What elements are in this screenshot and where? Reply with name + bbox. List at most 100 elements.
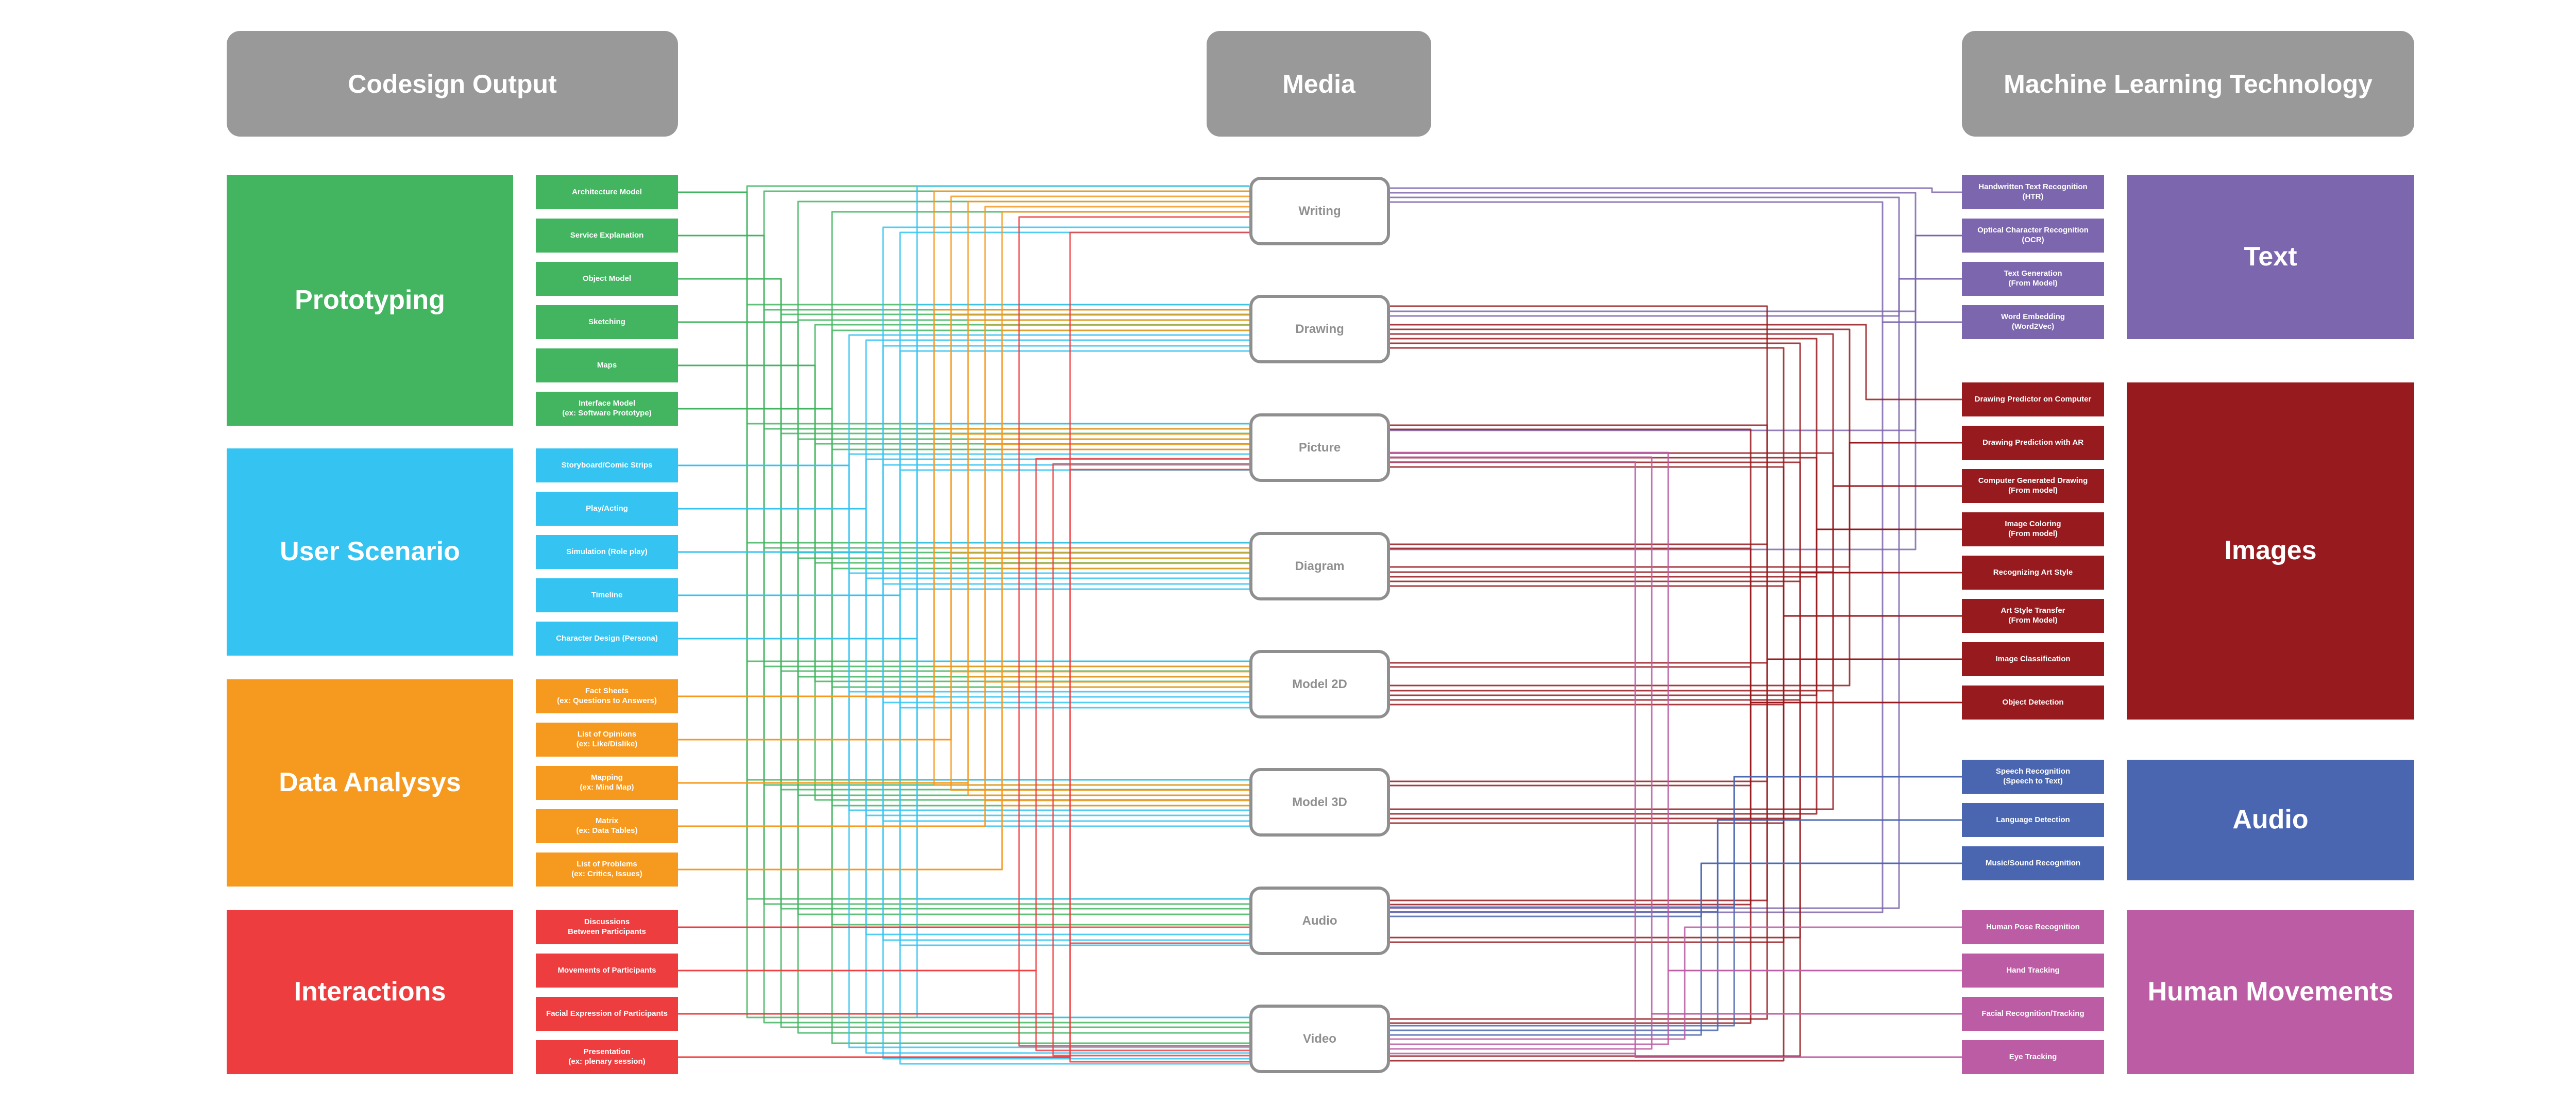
connector-line (1390, 333, 1962, 487)
connector-line (1390, 615, 1962, 1062)
connector-line (1390, 572, 1962, 939)
ml-item-optical-character-recognition-ocr: Optical Character Recognition (OCR) (1962, 219, 2104, 253)
codesign-item-architecture-model: Architecture Model (536, 175, 678, 209)
ml-item-recognizing-art-style: Recognizing Art Style (1962, 556, 2104, 590)
connector-line (1390, 461, 1962, 1058)
category-text: Text (2127, 175, 2414, 339)
category-user-scenario: User Scenario (227, 448, 513, 656)
header-machine-learning-technology: Machine Learning Technology (1962, 31, 2414, 137)
ml-item-image-coloring-from-model: Image Coloring (From model) (1962, 512, 2104, 546)
connector-line (1390, 456, 1962, 1015)
connector-line (1390, 528, 1962, 696)
connector-line (1390, 528, 1962, 578)
codesign-item-maps: Maps (536, 348, 678, 382)
ml-item-drawing-predictor-on-computer: Drawing Predictor on Computer (1962, 382, 2104, 416)
codesign-item-service-explanation: Service Explanation (536, 219, 678, 253)
ml-item-image-classification: Image Classification (1962, 642, 2104, 676)
connector-line (1390, 347, 1962, 617)
media-diagram: Diagram (1249, 532, 1390, 600)
connector-line (1390, 485, 1962, 810)
codesign-item-movements-of-participants: Movements of Participants (536, 954, 678, 988)
media-model-2d: Model 2D (1249, 650, 1390, 718)
connector-line (1390, 862, 1962, 1036)
connector-line (1390, 201, 1962, 323)
connector-line (1390, 424, 1962, 660)
ml-item-eye-tracking: Eye Tracking (1962, 1040, 2104, 1074)
media-picture: Picture (1249, 413, 1390, 482)
connector-line (1390, 187, 1962, 193)
ml-item-facial-recognition-tracking: Facial Recognition/Tracking (1962, 997, 2104, 1031)
codesign-ml-diagram: Codesign Output Media Machine Learning T… (0, 0, 2576, 1103)
connector-line (1390, 466, 1962, 617)
connector-line (1390, 461, 1962, 574)
ml-item-object-detection: Object Detection (1962, 686, 2104, 720)
media-video: Video (1249, 1005, 1390, 1073)
ml-item-language-detection: Language Detection (1962, 803, 2104, 837)
connector-line (1390, 819, 1962, 1031)
connector-line (1390, 615, 1962, 824)
codesign-item-list-of-opinions-ex-like-dislike: List of Opinions (ex: Like/Dislike) (536, 723, 678, 757)
codesign-item-storyboard-comic-strips: Storyboard/Comic Strips (536, 448, 678, 482)
connector-line (1390, 278, 1962, 317)
codesign-item-matrix-ex-data-tables: Matrix (ex: Data Tables) (536, 809, 678, 843)
connector-line (1390, 701, 1962, 787)
category-images: Images (2127, 382, 2414, 720)
codesign-item-interface-model-ex-software-prototype: Interface Model (ex: Software Prototype) (536, 392, 678, 426)
codesign-item-simulation-role-play: Simulation (Role play) (536, 535, 678, 569)
connector-line (1390, 926, 1962, 1040)
connector-line (1390, 658, 1962, 1020)
ml-item-drawing-prediction-with-ar: Drawing Prediction with AR (1962, 426, 2104, 460)
ml-item-handwritten-text-recognition-htr: Handwritten Text Recognition (HTR) (1962, 175, 2104, 209)
ml-item-art-style-transfer-from-model: Art Style Transfer (From Model) (1962, 599, 2104, 633)
connector-line (1390, 235, 1962, 550)
ml-item-computer-generated-drawing-from-model: Computer Generated Drawing (From model) (1962, 469, 2104, 503)
category-audio: Audio (2127, 760, 2414, 880)
category-data-analysys: Data Analysys (227, 679, 513, 887)
codesign-item-timeline: Timeline (536, 578, 678, 612)
codesign-item-play-acting: Play/Acting (536, 492, 678, 526)
connector-line (1390, 305, 1962, 660)
ml-item-text-generation-from-model: Text Generation (From Model) (1962, 262, 2104, 296)
codesign-item-presentation-ex-plenary-session: Presentation (ex: plenary session) (536, 1040, 678, 1074)
connector-line (1390, 658, 1962, 782)
connector-line (1390, 235, 1962, 312)
connector-line (1390, 442, 1962, 687)
ml-item-speech-recognition-speech-to-text: Speech Recognition (Speech to Text) (1962, 760, 2104, 794)
codesign-item-discussions-between-participants: Discussions Between Participants (536, 910, 678, 944)
connector-line (1390, 585, 1962, 617)
codesign-item-character-design-persona: Character Design (Persona) (536, 622, 678, 656)
connector-line (1390, 701, 1962, 906)
connector-line (1390, 324, 1962, 400)
codesign-item-sketching: Sketching (536, 305, 678, 339)
ml-item-hand-tracking: Hand Tracking (1962, 954, 2104, 988)
header-codesign-output: Codesign Output (227, 31, 678, 137)
connector-line (1390, 457, 1962, 530)
codesign-item-fact-sheets-ex-questions-to-answers: Fact Sheets (ex: Questions to Answers) (536, 679, 678, 713)
connector-line (1390, 615, 1962, 943)
connector-line (1390, 338, 1962, 530)
connector-line (1390, 543, 1962, 660)
connector-line (678, 190, 1249, 237)
connector-line (1390, 196, 1962, 280)
codesign-item-list-of-problems-ex-critics-issues: List of Problems (ex: Critics, Issues) (536, 853, 678, 887)
media-model-3d: Model 3D (1249, 768, 1390, 837)
connector-line (1390, 428, 1962, 704)
connector-line (1390, 776, 1962, 908)
connector-line (1390, 452, 1962, 972)
connector-line (1390, 235, 1962, 431)
ml-item-music-sound-recognition: Music/Sound Recognition (1962, 846, 2104, 880)
category-human-movements: Human Movements (2127, 910, 2414, 1074)
category-prototyping: Prototyping (227, 175, 513, 426)
ml-item-human-pose-recognition: Human Pose Recognition (1962, 910, 2104, 944)
codesign-item-mapping-ex-mind-map: Mapping (ex: Mind Map) (536, 766, 678, 800)
connector-line (1390, 819, 1962, 913)
codesign-item-object-model: Object Model (536, 262, 678, 296)
connector-line (1390, 572, 1962, 701)
ml-item-word-embedding-word2vec: Word Embedding (Word2Vec) (1962, 305, 2104, 339)
header-media: Media (1207, 31, 1431, 137)
connector-line (1390, 970, 1962, 1045)
connector-line (1390, 192, 1962, 237)
media-writing: Writing (1249, 177, 1390, 245)
codesign-item-facial-expression-of-participants: Facial Expression of Participants (536, 997, 678, 1031)
media-audio: Audio (1249, 887, 1390, 955)
